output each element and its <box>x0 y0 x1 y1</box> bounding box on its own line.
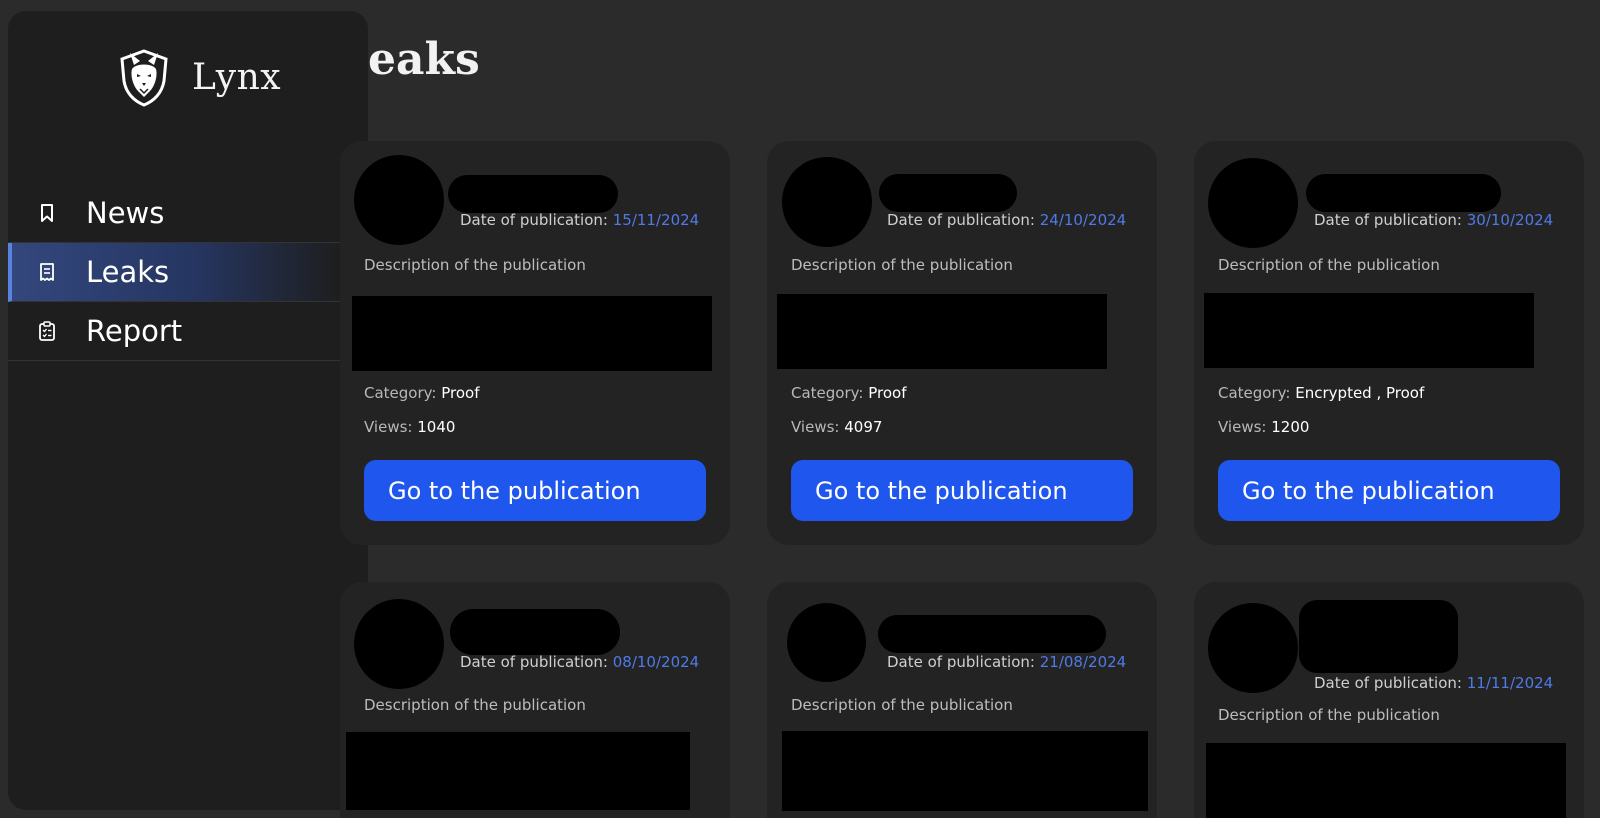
avatar <box>354 155 444 245</box>
publication-card: Date of publication: 21/08/2024 Descript… <box>767 582 1157 818</box>
brand-name: Lynx <box>192 56 282 98</box>
publication-card: Date of publication: 24/10/2024 Descript… <box>767 141 1157 545</box>
publisher-name-redacted <box>1306 174 1501 212</box>
sidebar-item-label: Leaks <box>86 255 170 289</box>
sidebar-nav: News Leaks Report <box>8 184 340 361</box>
date-label: Date of publication: <box>887 211 1035 229</box>
date-label: Date of publication: <box>460 653 608 671</box>
sidebar-item-leaks[interactable]: Leaks <box>8 243 340 302</box>
category-label: Category: <box>364 384 437 402</box>
date-label: Date of publication: <box>460 211 608 229</box>
avatar <box>1208 158 1298 248</box>
publication-description: Description of the publication <box>1218 256 1440 274</box>
date-label: Date of publication: <box>1314 211 1462 229</box>
date-label: Date of publication: <box>887 653 1035 671</box>
avatar <box>787 603 866 682</box>
bookmark-icon <box>41 204 53 222</box>
publication-date: Date of publication: 21/08/2024 <box>887 653 1126 671</box>
sidebar-item-label: News <box>86 196 165 230</box>
views-value: 1040 <box>417 418 456 436</box>
brand[interactable]: Lynx <box>116 47 281 107</box>
publisher-name-redacted <box>450 609 620 655</box>
publication-views: Views: 4097 <box>791 418 882 436</box>
publication-views: Views: 1040 <box>364 418 455 436</box>
app-root: Lynx News Leaks Report eaks Date of publ… <box>0 0 1600 818</box>
publication-description: Description of the publication <box>364 256 586 274</box>
go-to-publication-button[interactable]: Go to the publication <box>1218 460 1560 521</box>
avatar <box>1208 603 1298 693</box>
sidebar-item-label: Report <box>86 314 183 348</box>
category-value: Proof <box>868 384 907 402</box>
date-label: Date of publication: <box>1314 674 1462 692</box>
views-label: Views: <box>364 418 413 436</box>
avatar <box>782 157 872 247</box>
publication-description: Description of the publication <box>791 256 1013 274</box>
sidebar-item-report[interactable]: Report <box>8 302 340 361</box>
publication-date: Date of publication: 15/11/2024 <box>460 211 699 229</box>
views-label: Views: <box>791 418 840 436</box>
receipt-icon <box>40 263 54 281</box>
clipboard-checklist-icon <box>39 321 55 341</box>
views-label: Views: <box>1218 418 1267 436</box>
date-value: 11/11/2024 <box>1466 674 1554 692</box>
publication-category: Category: Proof <box>791 384 907 402</box>
category-label: Category: <box>1218 384 1291 402</box>
views-value: 4097 <box>844 418 883 436</box>
avatar <box>354 599 444 689</box>
category-label: Category: <box>791 384 864 402</box>
publication-card: Date of publication: 08/10/2024 Descript… <box>340 582 730 818</box>
publication-views: Views: 1200 <box>1218 418 1309 436</box>
publication-date: Date of publication: 30/10/2024 <box>1314 211 1553 229</box>
go-to-publication-button[interactable]: Go to the publication <box>791 460 1133 521</box>
publication-description: Description of the publication <box>791 696 1013 714</box>
date-value: 21/08/2024 <box>1039 653 1127 671</box>
publication-description: Description of the publication <box>364 696 586 714</box>
category-value: Encrypted , Proof <box>1295 384 1425 402</box>
sidebar-item-news[interactable]: News <box>8 184 340 243</box>
publication-card: Date of publication: 11/11/2024 Descript… <box>1194 582 1584 818</box>
go-to-publication-button[interactable]: Go to the publication <box>364 460 706 521</box>
page-title: eaks <box>368 34 480 85</box>
publisher-name-redacted <box>878 615 1106 653</box>
publication-image-redacted <box>1206 743 1566 818</box>
publication-description: Description of the publication <box>1218 706 1440 724</box>
date-value: 30/10/2024 <box>1466 211 1554 229</box>
publication-category: Category: Proof <box>364 384 480 402</box>
publication-image-redacted <box>352 296 712 371</box>
publication-category: Category: Encrypted , Proof <box>1218 384 1424 402</box>
publication-image-redacted <box>782 731 1148 811</box>
date-value: 08/10/2024 <box>612 653 700 671</box>
publisher-name-redacted <box>879 174 1017 212</box>
publication-date: Date of publication: 24/10/2024 <box>887 211 1126 229</box>
category-value: Proof <box>441 384 480 402</box>
publisher-name-redacted <box>448 175 618 213</box>
publication-date: Date of publication: 08/10/2024 <box>460 653 699 671</box>
lynx-shield-logo-icon <box>120 49 168 107</box>
publication-card: Date of publication: 15/11/2024 Descript… <box>340 141 730 545</box>
views-value: 1200 <box>1271 418 1310 436</box>
publication-image-redacted <box>1204 293 1534 368</box>
publisher-name-redacted <box>1299 600 1458 673</box>
date-value: 24/10/2024 <box>1039 211 1127 229</box>
sidebar: Lynx News Leaks Report <box>8 11 368 810</box>
publication-card: Date of publication: 30/10/2024 Descript… <box>1194 141 1584 545</box>
date-value: 15/11/2024 <box>612 211 700 229</box>
publication-date: Date of publication: 11/11/2024 <box>1314 674 1553 692</box>
publication-image-redacted <box>346 732 690 810</box>
publication-image-redacted <box>777 294 1107 369</box>
